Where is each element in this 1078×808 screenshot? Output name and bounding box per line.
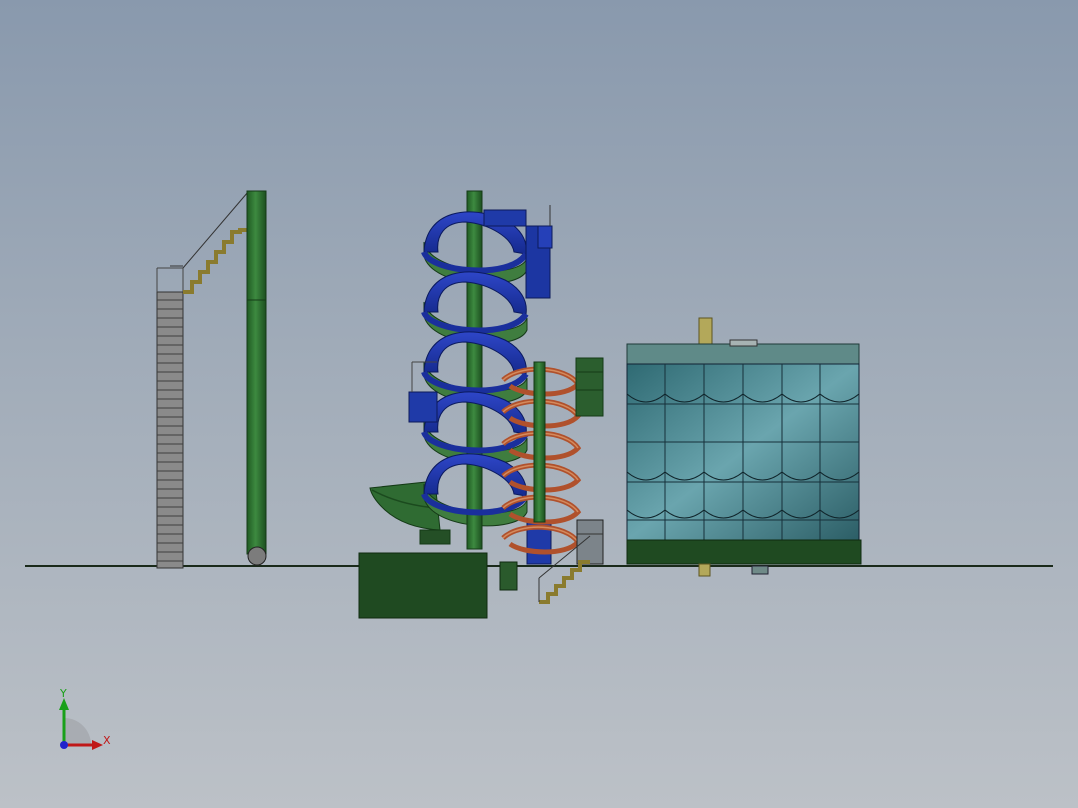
spiral-center-pole — [466, 190, 483, 550]
orange-spiral-slide[interactable] — [501, 357, 604, 565]
y-axis-label: Y — [59, 687, 67, 700]
tower-body — [156, 291, 184, 569]
x-axis-label: X — [103, 734, 111, 747]
orientation-triad: Y X — [59, 687, 111, 750]
central-spiral-slide[interactable] — [408, 190, 553, 565]
building-right[interactable] — [626, 317, 862, 577]
cad-graphics-viewport[interactable]: Y X — [0, 0, 1078, 808]
model-view[interactable]: Y X — [0, 0, 1078, 808]
pool-base — [358, 552, 488, 619]
building-base — [626, 539, 862, 565]
left-tower[interactable] — [156, 267, 184, 569]
roof-pipe — [698, 317, 713, 345]
building-roof — [626, 343, 860, 365]
left-stairs[interactable] — [170, 191, 249, 294]
green-pipe[interactable] — [246, 190, 267, 566]
pipe-outlet — [247, 546, 267, 566]
